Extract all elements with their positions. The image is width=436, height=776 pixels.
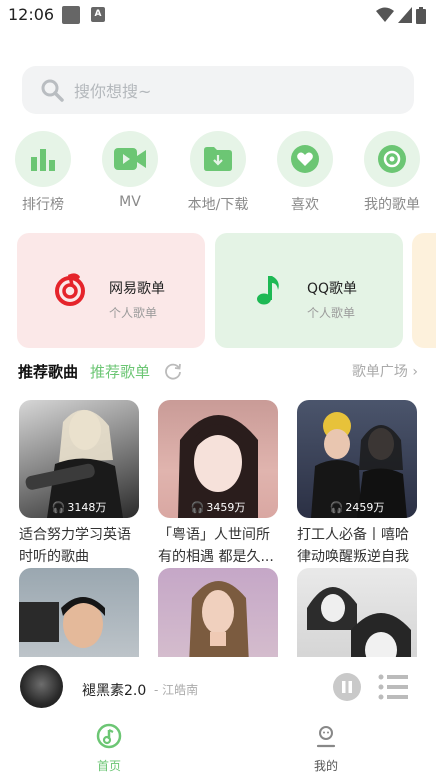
quick-label-like: 喜欢 bbox=[291, 197, 319, 213]
playlist-title: 打工人必备丨嘻哈律动唤醒叛逆自我 bbox=[297, 527, 409, 565]
netease-music-icon bbox=[55, 273, 85, 306]
card-subtitle: 个人歌单 bbox=[109, 306, 158, 320]
playlist-square-link[interactable]: 歌单广场 › bbox=[352, 361, 418, 381]
wifi-icon bbox=[376, 7, 394, 22]
search-placeholder: 搜你想搜~ bbox=[74, 82, 152, 101]
qq-playlist-card[interactable]: QQ歌单 个人歌单 bbox=[215, 233, 403, 348]
notification-icon bbox=[62, 6, 80, 24]
pause-button[interactable] bbox=[333, 673, 361, 701]
video-camera-icon bbox=[114, 148, 146, 170]
extra-playlist-card[interactable] bbox=[412, 233, 436, 348]
play-count: 3459万 bbox=[206, 501, 246, 514]
disc-icon bbox=[378, 145, 406, 173]
section-header: 推荐歌曲 推荐歌单 歌单广场 › bbox=[18, 359, 418, 383]
pause-icon bbox=[342, 681, 352, 693]
quick-label-my-playlist: 我的歌单 bbox=[364, 197, 420, 213]
playlist-cover: 🎧 3148万 bbox=[19, 400, 139, 518]
now-playing-artist: - 江皓南 bbox=[154, 683, 199, 697]
now-playing-cover[interactable] bbox=[20, 665, 63, 708]
mini-player[interactable]: 褪黑素2.0 - 江皓南 bbox=[0, 657, 436, 717]
quick-label-local: 本地/下载 bbox=[187, 197, 249, 213]
now-playing-title: 褪黑素2.0 bbox=[82, 683, 147, 699]
heart-icon bbox=[291, 145, 319, 173]
quick-item-like[interactable]: 喜欢 bbox=[265, 131, 345, 214]
quick-item-mv[interactable]: MV bbox=[90, 131, 170, 210]
quick-item-my-playlist[interactable]: 我的歌单 bbox=[352, 131, 432, 214]
search-icon bbox=[41, 79, 64, 102]
status-time: 12:06 bbox=[8, 5, 55, 24]
nav-home[interactable]: 首页 bbox=[69, 723, 149, 774]
nav-home-label: 首页 bbox=[96, 759, 121, 773]
search-bar[interactable]: 搜你想搜~ bbox=[22, 66, 414, 114]
nav-mine-label: 我的 bbox=[313, 759, 338, 773]
battery-icon bbox=[416, 6, 426, 24]
playlist-tile[interactable]: 🎧 3148万 适合努力学习英语时听的歌曲 bbox=[19, 400, 139, 568]
bottom-nav: 首页 我的 bbox=[0, 717, 436, 776]
card-title: 网易歌单 bbox=[109, 281, 165, 297]
quick-label-mv: MV bbox=[119, 194, 141, 210]
nav-mine[interactable]: 我的 bbox=[286, 723, 366, 774]
bar-chart-icon bbox=[31, 149, 55, 171]
playlist-tile[interactable]: 🎧 3459万 「粤语」人世间所有的相遇 都是久... bbox=[158, 400, 278, 568]
headphone-icon: 🎧 bbox=[51, 500, 66, 514]
play-count: 2459万 bbox=[345, 501, 385, 514]
download-folder-icon bbox=[204, 147, 232, 171]
headphone-icon: 🎧 bbox=[190, 500, 205, 514]
play-count: 3148万 bbox=[67, 501, 107, 514]
quick-item-ranking[interactable]: 排行榜 bbox=[3, 131, 83, 214]
netease-playlist-card[interactable]: 网易歌单 个人歌单 bbox=[17, 233, 205, 348]
playlist-title: 「粤语」人世间所有的相遇 都是久... bbox=[158, 527, 274, 565]
headphone-icon: 🎧 bbox=[329, 500, 344, 514]
quick-menu: 排行榜 MV 本地/下载 喜欢 我的歌单 bbox=[0, 131, 436, 214]
card-title: QQ歌单 bbox=[307, 281, 358, 297]
playlist-cover: 🎧 2459万 bbox=[297, 400, 417, 518]
playlist-cover: 🎧 3459万 bbox=[158, 400, 278, 518]
tab-recommend-songs[interactable]: 推荐歌曲 bbox=[18, 361, 78, 382]
tab-recommend-playlists[interactable]: 推荐歌单 bbox=[90, 361, 150, 382]
signal-icon bbox=[398, 7, 412, 23]
music-disc-icon bbox=[96, 723, 122, 749]
quick-item-local[interactable]: 本地/下载 bbox=[178, 131, 258, 214]
status-bar: 12:06 A bbox=[0, 0, 436, 30]
user-icon bbox=[316, 726, 336, 748]
playlist-tile[interactable]: 🎧 2459万 打工人必备丨嘻哈律动唤醒叛逆自我 bbox=[297, 400, 417, 568]
status-icons bbox=[376, 6, 426, 24]
music-note-icon bbox=[257, 276, 279, 305]
notification-a-icon: A bbox=[91, 7, 105, 22]
refresh-icon[interactable] bbox=[164, 362, 182, 380]
playlist-title: 适合努力学习英语时听的歌曲 bbox=[19, 527, 131, 565]
quick-label-ranking: 排行榜 bbox=[22, 197, 64, 213]
playlist-queue-icon[interactable] bbox=[378, 674, 408, 700]
card-subtitle: 个人歌单 bbox=[307, 306, 356, 320]
